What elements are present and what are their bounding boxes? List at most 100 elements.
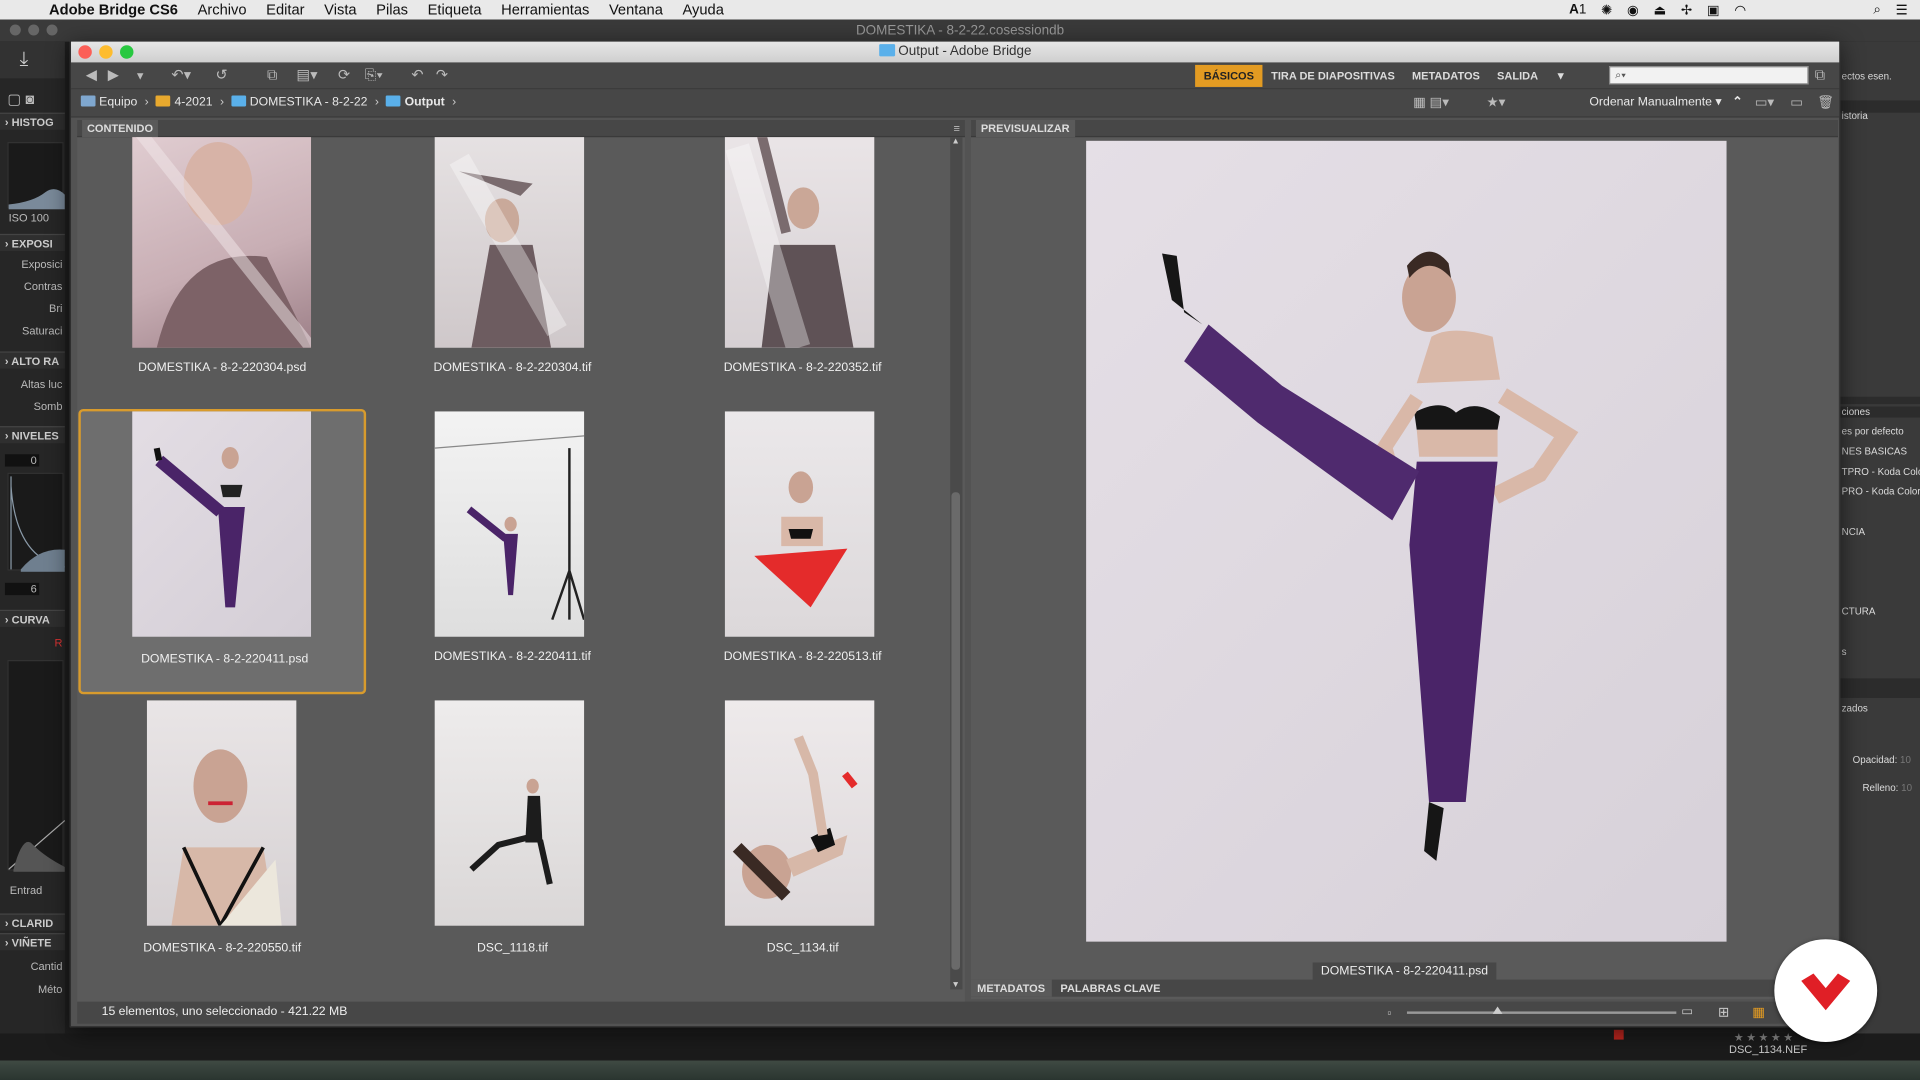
thumbnail-image[interactable] — [434, 411, 585, 637]
workspace-salida[interactable]: SALIDA — [1488, 65, 1546, 87]
workspace-metadatos[interactable]: METADATOS — [1403, 65, 1488, 87]
style-estructura[interactable]: CTURA — [1840, 606, 1920, 617]
zoom-out-icon[interactable]: ▫ — [1387, 1002, 1391, 1024]
zoom-in-icon[interactable]: ▭ — [1681, 1002, 1693, 1024]
thumbnail-cell[interactable]: DSC_1134.tif — [659, 698, 947, 983]
rotate-right-icon[interactable]: ↷ — [436, 66, 448, 83]
adobe-icon[interactable]: A1 — [1569, 2, 1586, 17]
display-icon[interactable]: ▣ — [1707, 2, 1720, 18]
thumbnail-cell[interactable]: DOMESTIKA - 8-2-220513.tif — [659, 409, 947, 694]
bluetooth-icon[interactable]: ✢ — [1681, 2, 1692, 18]
thumbnail-image[interactable] — [724, 137, 875, 348]
thumbnail-cell[interactable]: DOMESTIKA - 8-2-220304.psd — [78, 137, 366, 408]
menu-editar[interactable]: Editar — [266, 1, 304, 18]
section-histogram[interactable]: › HISTOG — [0, 112, 65, 130]
content-scrollbar[interactable]: ▲ ▼ — [950, 137, 963, 990]
style-preset-1[interactable]: TPRO - Koda Colo — [1840, 467, 1920, 478]
breadcrumb-separator-icon[interactable]: › — [452, 96, 456, 109]
style-preset-2[interactable]: PRO - Koda Color — [1840, 486, 1920, 497]
tab-metadatos[interactable]: METADATOS — [971, 979, 1052, 997]
thumbnail-image[interactable] — [434, 700, 585, 926]
bg-close-icon[interactable] — [9, 24, 21, 36]
workspace-tira-diapositivas[interactable]: TIRA DE DIAPOSITIVAS — [1263, 65, 1404, 87]
spotlight-search-icon[interactable]: ⌕ — [1873, 2, 1881, 18]
breadcrumb-output[interactable]: Output — [386, 95, 445, 109]
workspace-dropdown-icon[interactable]: ▼ — [1547, 65, 1575, 87]
thumbnail-cell[interactable]: DOMESTIKA - 8-2-220550.tif — [78, 698, 366, 983]
tab-palabras-clave[interactable]: PALABRAS CLAVE — [1054, 980, 1166, 997]
style-s[interactable]: s — [1840, 647, 1920, 658]
thumbnail-cell-selected[interactable]: DOMESTIKA - 8-2-220411.psd — [78, 408, 367, 695]
thumbnail-image[interactable] — [724, 700, 875, 926]
open-recent-icon[interactable]: ▭▾ — [1755, 94, 1774, 111]
menu-archivo[interactable]: Archivo — [198, 1, 247, 18]
eject-icon[interactable]: ⏏ — [1653, 2, 1666, 18]
camera-raw-icon[interactable]: ⟳ — [338, 66, 350, 83]
preview-image[interactable] — [1086, 140, 1727, 942]
breadcrumb-4-2021[interactable]: 4-2021 — [156, 95, 213, 109]
import-icon[interactable]: ⤓ — [0, 41, 65, 79]
rotate-left-icon[interactable]: ↶ — [411, 66, 423, 83]
thumbnail-cell[interactable]: DOMESTIKA - 8-2-220304.tif — [369, 137, 657, 408]
menu-etiqueta[interactable]: Etiqueta — [428, 1, 482, 18]
notification-center-icon[interactable]: ☰ — [1896, 2, 1908, 18]
scroll-down-icon[interactable]: ▼ — [951, 981, 959, 990]
recent-dropdown-icon[interactable]: ▼ — [135, 70, 146, 82]
wifi-icon[interactable]: ◠ — [1734, 2, 1746, 18]
search-input[interactable]: ⌕▾ — [1608, 66, 1809, 85]
bg-minimize-icon[interactable] — [28, 24, 40, 36]
thumbnail-size-slider[interactable] — [1406, 1006, 1677, 1014]
thumbnail-cell[interactable]: DOMESTIKA - 8-2-220411.tif — [369, 409, 657, 694]
scrollbar-thumb[interactable] — [951, 492, 961, 970]
close-icon[interactable] — [78, 45, 92, 59]
grid-view-icon[interactable]: ⊞ — [1718, 1002, 1729, 1024]
style-tendencia[interactable]: NCIA — [1840, 527, 1920, 538]
section-niveles[interactable]: › NIVELES — [0, 426, 65, 444]
menu-herramientas[interactable]: Herramientas — [501, 1, 589, 18]
thumbnail-image[interactable] — [132, 411, 312, 637]
thumbnail-cell[interactable]: DOMESTIKA - 8-2-220352.tif — [659, 137, 947, 408]
curve-channel[interactable]: R — [0, 637, 65, 649]
thumbnail-image[interactable] — [132, 137, 312, 348]
new-folder-icon[interactable]: ▭ — [1790, 94, 1803, 111]
library-icon[interactable]: ▢ ◙ — [7, 91, 34, 108]
breadcrumb-domestika[interactable]: DOMESTIKA - 8-2-22 — [231, 95, 367, 109]
bg-zoom-icon[interactable] — [46, 24, 58, 36]
thumbnail-view-icon[interactable]: ▦ — [1752, 1002, 1765, 1024]
zoom-icon[interactable] — [120, 45, 134, 59]
scroll-up-icon[interactable]: ▲ — [951, 137, 959, 146]
menu-ventana[interactable]: Ventana — [609, 1, 663, 18]
app-menu[interactable]: Adobe Bridge CS6 — [49, 1, 178, 18]
level-top-value[interactable]: 0 — [4, 454, 40, 467]
boomerang-icon[interactable]: ↺ — [216, 66, 228, 83]
menu-vista[interactable]: Vista — [324, 1, 356, 18]
thumbnail-image[interactable] — [146, 700, 297, 926]
minimize-icon[interactable] — [99, 45, 113, 59]
section-claridad[interactable]: › CLARID — [0, 913, 65, 931]
slider-thumb[interactable] — [1492, 1006, 1503, 1014]
breadcrumb-separator-icon[interactable]: › — [145, 96, 149, 109]
tab-previsualizar[interactable]: PREVISUALIZAR — [975, 120, 1075, 138]
thumbnail-image[interactable] — [434, 137, 585, 348]
tab-contenido[interactable]: CONTENIDO — [82, 120, 158, 138]
compact-mode-icon[interactable]: ⧉ — [1815, 66, 1826, 84]
thumbnail-quality-icon[interactable]: ▦ ▤▾ — [1413, 94, 1449, 111]
section-exposure[interactable]: › EXPOSI — [0, 233, 65, 252]
level-bottom-value[interactable]: 6 — [4, 582, 40, 596]
forward-arrow-icon[interactable]: ▶ — [108, 66, 119, 83]
breadcrumb-separator-icon[interactable]: › — [220, 96, 224, 109]
filter-star-icon[interactable]: ★▾ — [1487, 94, 1506, 111]
thumbnail-image[interactable] — [724, 411, 875, 637]
workspace-basicos[interactable]: BÁSICOS — [1195, 64, 1263, 87]
panel-menu-icon[interactable]: ≡ — [954, 120, 960, 137]
menu-pilas[interactable]: Pilas — [376, 1, 408, 18]
breadcrumb-separator-icon[interactable]: › — [375, 96, 379, 109]
style-default[interactable]: es por defecto — [1840, 426, 1920, 437]
breadcrumb-equipo[interactable]: Equipo — [80, 95, 137, 109]
record-icon[interactable]: ◉ — [1627, 2, 1639, 18]
sort-dropdown[interactable]: Ordenar Manualmente ▾ ⌃ — [1589, 96, 1742, 109]
back-arrow-icon[interactable]: ◀ — [86, 66, 97, 83]
section-curva[interactable]: › CURVA — [0, 609, 65, 627]
style-basicas[interactable]: NES BASICAS — [1840, 446, 1920, 457]
camera-download-icon[interactable]: ⧉ — [267, 66, 278, 84]
